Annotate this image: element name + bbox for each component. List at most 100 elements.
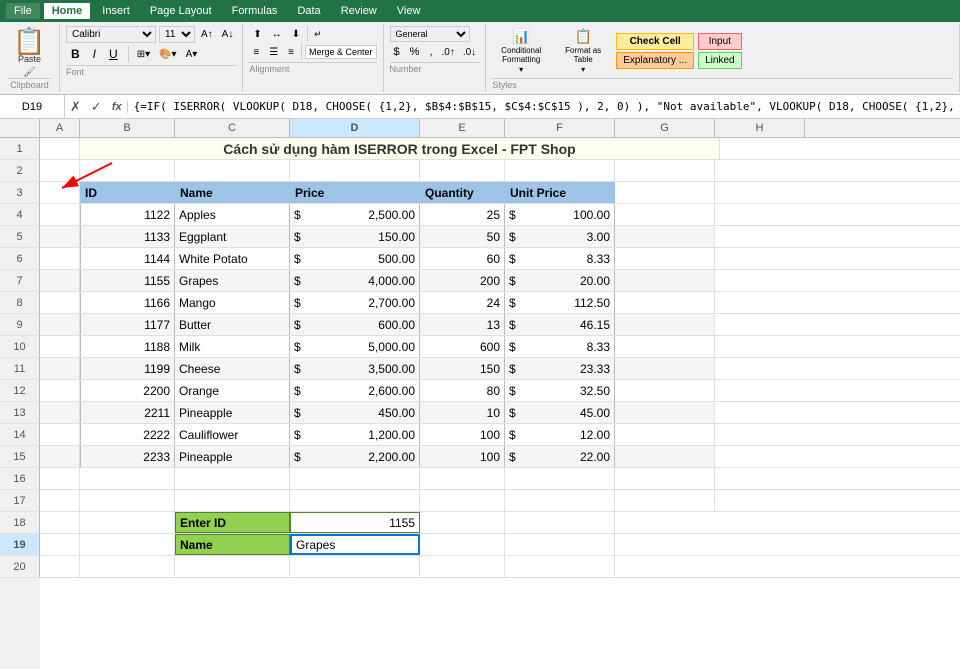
cell-A9[interactable] (40, 314, 80, 335)
cell-E4-qty[interactable]: 25 (420, 204, 505, 225)
row-header-11[interactable]: 11 (0, 358, 40, 380)
decrease-decimal-button[interactable]: .0↓ (460, 45, 479, 60)
format-painter-button[interactable]: 🖌 (23, 67, 36, 78)
merge-center-button[interactable]: Merge & Center (305, 45, 377, 59)
cell-E10-qty[interactable]: 600 (420, 336, 505, 357)
decrease-font-button[interactable]: A↓ (219, 27, 237, 42)
cell-F14-unitprice[interactable]: $12.00 (505, 424, 615, 445)
cell-D12-price[interactable]: $2,600.00 (290, 380, 420, 401)
cell-B4-id[interactable]: 1122 (80, 204, 175, 225)
cell-E3-qty[interactable]: Quantity (420, 182, 505, 203)
check-cell-button[interactable]: Check Cell (616, 33, 694, 50)
cell-A4[interactable] (40, 204, 80, 225)
cell-D4-price[interactable]: $2,500.00 (290, 204, 420, 225)
cell-A13[interactable] (40, 402, 80, 423)
cell-C7-name[interactable]: Grapes (175, 270, 290, 291)
insert-function-icon[interactable]: fx (107, 101, 128, 113)
cell-F15-unitprice[interactable]: $22.00 (505, 446, 615, 467)
cell-C2[interactable] (175, 160, 290, 181)
cell-B8-id[interactable]: 1166 (80, 292, 175, 313)
align-bottom-button[interactable]: ⬇ (288, 27, 304, 42)
cell-C18-enter-id-label[interactable]: Enter ID (175, 512, 290, 533)
input-button[interactable]: Input (698, 33, 741, 50)
row-header-17[interactable]: 17 (0, 490, 40, 512)
col-header-B[interactable]: B (80, 119, 175, 137)
row-header-1[interactable]: 1 (0, 138, 40, 160)
cell-A10[interactable] (40, 336, 80, 357)
align-left-button[interactable]: ≡ (249, 45, 263, 60)
tab-page-layout[interactable]: Page Layout (142, 3, 220, 19)
conditional-formatting-button[interactable]: 📊 Conditional Formatting ▾ (492, 26, 550, 76)
tab-file[interactable]: File (6, 3, 40, 19)
cell-A19[interactable] (40, 534, 80, 555)
cell-D19-name-value[interactable]: Grapes (290, 534, 420, 555)
row-header-16[interactable]: 16 (0, 468, 40, 490)
cell-E11-qty[interactable]: 150 (420, 358, 505, 379)
cell-D9-price[interactable]: $600.00 (290, 314, 420, 335)
cell-F12-unitprice[interactable]: $32.50 (505, 380, 615, 401)
row-header-19[interactable]: 19 (0, 534, 40, 556)
align-right-button[interactable]: ≡ (284, 45, 298, 60)
cell-D5-price[interactable]: $150.00 (290, 226, 420, 247)
cell-F13-unitprice[interactable]: $45.00 (505, 402, 615, 423)
tab-formulas[interactable]: Formulas (224, 3, 286, 19)
cell-C19-name-label[interactable]: Name (175, 534, 290, 555)
row-header-12[interactable]: 12 (0, 380, 40, 402)
cell-G14[interactable] (615, 424, 715, 445)
cell-A5[interactable] (40, 226, 80, 247)
cell-F4-unitprice[interactable]: $100.00 (505, 204, 615, 225)
cell-E8-qty[interactable]: 24 (420, 292, 505, 313)
format-table-button[interactable]: 📋 Format as Table ▾ (554, 26, 612, 76)
cell-B6-id[interactable]: 1144 (80, 248, 175, 269)
col-header-F[interactable]: F (505, 119, 615, 137)
cell-C14-name[interactable]: Cauliflower (175, 424, 290, 445)
cell-D13-price[interactable]: $450.00 (290, 402, 420, 423)
cell-B12-id[interactable]: 2200 (80, 380, 175, 401)
cell-E18[interactable] (420, 512, 505, 533)
cell-A12[interactable] (40, 380, 80, 401)
cell-F5-unitprice[interactable]: $3.00 (505, 226, 615, 247)
row-header-18[interactable]: 18 (0, 512, 40, 534)
font-color-button[interactable]: A▾ (183, 47, 201, 62)
cell-G10[interactable] (615, 336, 715, 357)
cell-A7[interactable] (40, 270, 80, 291)
col-header-C[interactable]: C (175, 119, 290, 137)
cell-F8-unitprice[interactable]: $112.50 (505, 292, 615, 313)
cell-B10-id[interactable]: 1188 (80, 336, 175, 357)
number-format-select[interactable]: General (390, 26, 470, 42)
cell-G2[interactable] (615, 160, 715, 181)
paste-button[interactable]: 📋 Paste (11, 26, 47, 66)
cell-G7[interactable] (615, 270, 715, 291)
cell-F18[interactable] (505, 512, 615, 533)
cell-G8[interactable] (615, 292, 715, 313)
increase-font-button[interactable]: A↑ (198, 27, 216, 42)
cell-D15-price[interactable]: $2,200.00 (290, 446, 420, 467)
tab-data[interactable]: Data (289, 3, 328, 19)
cell-G4[interactable] (615, 204, 715, 225)
cell-B2[interactable] (80, 160, 175, 181)
italic-button[interactable]: I (88, 45, 101, 63)
cell-B15-id[interactable]: 2233 (80, 446, 175, 467)
cell-F9-unitprice[interactable]: $46.15 (505, 314, 615, 335)
cell-B18[interactable] (80, 512, 175, 533)
cell-E12-qty[interactable]: 80 (420, 380, 505, 401)
cell-G15[interactable] (615, 446, 715, 467)
cell-D8-price[interactable]: $2,700.00 (290, 292, 420, 313)
font-name-select[interactable]: Calibri (66, 26, 156, 43)
row-header-9[interactable]: 9 (0, 314, 40, 336)
cell-E15-qty[interactable]: 100 (420, 446, 505, 467)
wrap-text-button[interactable]: ↵ (311, 27, 325, 42)
cell-D18-enter-id-value[interactable]: 1155 (290, 512, 420, 533)
cell-B7-id[interactable]: 1155 (80, 270, 175, 291)
tab-insert[interactable]: Insert (94, 3, 138, 19)
row-header-10[interactable]: 10 (0, 336, 40, 358)
dollar-button[interactable]: $ (390, 44, 404, 60)
tab-review[interactable]: Review (333, 3, 385, 19)
formula-confirm-icon[interactable]: ✓ (86, 99, 107, 115)
cell-A15[interactable] (40, 446, 80, 467)
cell-E5-qty[interactable]: 50 (420, 226, 505, 247)
bold-button[interactable]: B (66, 45, 85, 63)
row-header-3[interactable]: 3 (0, 182, 40, 204)
cell-E13-qty[interactable]: 10 (420, 402, 505, 423)
cell-C10-name[interactable]: Milk (175, 336, 290, 357)
